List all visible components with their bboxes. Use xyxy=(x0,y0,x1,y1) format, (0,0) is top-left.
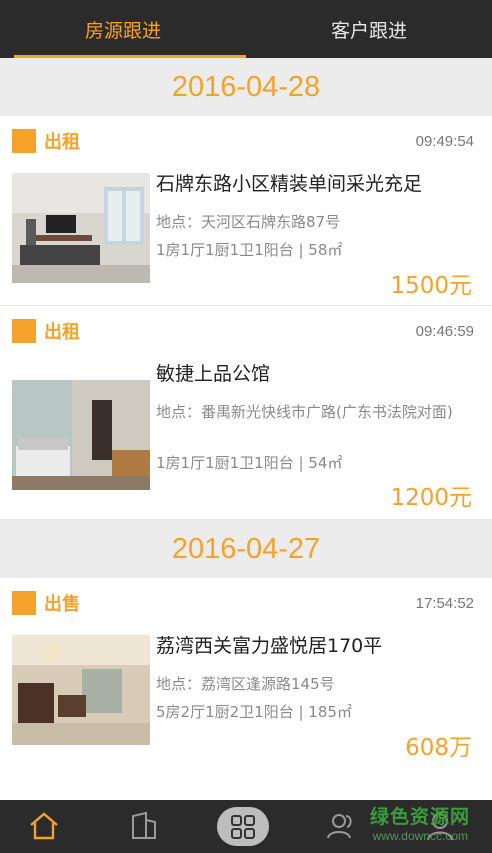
listing-time: 09:46:59 xyxy=(415,323,474,340)
grid-icon xyxy=(231,814,255,839)
listing-title: 荔湾西关富力盛悦居170平 xyxy=(156,635,383,657)
listing-address: 地点：天河区石牌东路87号 xyxy=(156,213,341,231)
listing-time: 17:54:52 xyxy=(415,595,474,612)
listing-type-badge: 出租 xyxy=(12,128,80,154)
listing-address: 地点：荔湾区逢源路145号 xyxy=(156,675,335,693)
listing-price: 608万 xyxy=(405,735,472,761)
listing-type-badge: 出售 xyxy=(12,590,80,616)
date-header: 2016-04-27 xyxy=(0,520,492,578)
listing-layout: 1房1厅1厨1卫1阳台 | 54㎡ xyxy=(156,454,343,472)
top-tab-bar: 房源跟进 客户跟进 xyxy=(0,0,492,58)
listing-title: 石牌东路小区精装单间采光充足 xyxy=(156,173,423,195)
listing-type-label: 出售 xyxy=(44,594,80,615)
listing-layout: 5房2厅1厨2卫1阳台 | 185㎡ xyxy=(156,703,352,721)
listing-photo xyxy=(12,635,150,745)
grid-menu-button[interactable] xyxy=(217,807,269,846)
listing-address: 地点：番禺新光快线市广路(广东书法院对面) xyxy=(156,403,453,421)
list-item[interactable]: 出售 17:54:52 荔湾西关富力盛悦居170平 地点：荔湾区逢源路145号 … xyxy=(0,578,492,764)
listing-type-label: 出租 xyxy=(44,132,80,153)
listing-photo xyxy=(12,173,150,283)
followup-list[interactable]: 2016-04-28 出租 09:49:54 石牌东路小区精装单间采光充足 地点… xyxy=(0,58,492,800)
badge-square-icon xyxy=(12,319,36,343)
listing-layout: 1房1厅1厨1卫1阳台 | 58㎡ xyxy=(156,241,343,259)
tab-customer-followup[interactable]: 客户跟进 xyxy=(246,0,492,58)
date-header: 2016-04-28 xyxy=(0,58,492,116)
badge-square-icon xyxy=(12,591,36,615)
home-icon[interactable] xyxy=(28,810,60,842)
listing-price: 1200元 xyxy=(390,485,472,511)
listing-type-badge: 出租 xyxy=(12,318,80,344)
bottom-nav-bar xyxy=(0,800,492,853)
badge-square-icon xyxy=(12,129,36,153)
listing-type-label: 出租 xyxy=(44,322,80,343)
listing-price: 1500元 xyxy=(390,273,472,299)
listing-photo xyxy=(12,380,150,490)
users-icon[interactable] xyxy=(326,810,358,842)
list-item[interactable]: 出租 09:46:59 敏捷上品公馆 地点：番禺新光快线市广路(广东书法院对面)… xyxy=(0,306,492,520)
listing-time: 09:49:54 xyxy=(415,133,474,150)
building-icon[interactable] xyxy=(128,810,160,842)
listing-title: 敏捷上品公馆 xyxy=(156,363,271,385)
person-icon[interactable] xyxy=(424,810,456,842)
list-item[interactable]: 出租 09:49:54 石牌东路小区精装单间采光充足 地点：天河区石牌东路87号… xyxy=(0,116,492,306)
tab-property-followup[interactable]: 房源跟进 xyxy=(0,0,246,58)
